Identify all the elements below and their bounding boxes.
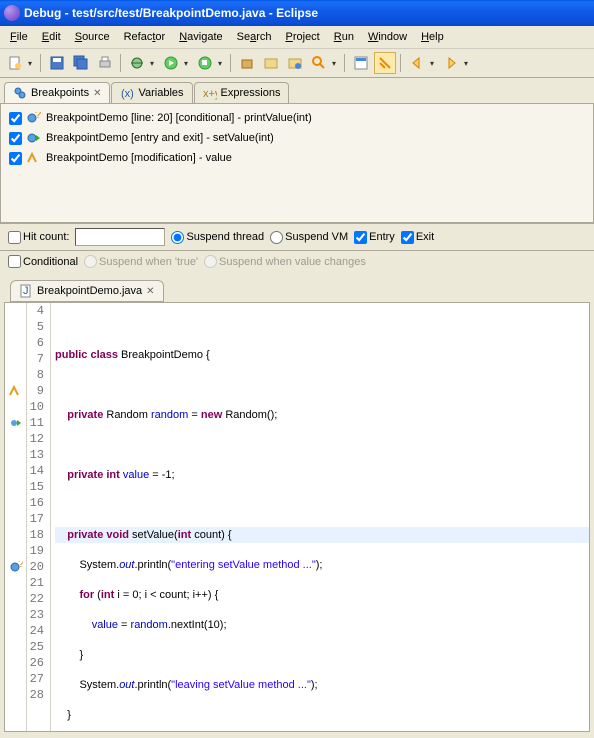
entry-checkbox-label[interactable]: Entry <box>354 231 395 244</box>
dropdown-icon[interactable]: ▾ <box>430 59 438 68</box>
editor-tab-label: BreakpointDemo.java <box>37 285 142 297</box>
debug-button[interactable] <box>126 52 148 74</box>
conditional-label[interactable]: Conditional <box>8 255 78 268</box>
save-all-button[interactable] <box>70 52 92 74</box>
tab-label: Expressions <box>221 87 281 99</box>
titlebar[interactable]: Debug - test/src/test/BreakpointDemo.jav… <box>0 0 594 26</box>
expressions-icon: x+y <box>203 86 217 100</box>
suspend-thread-radio[interactable]: Suspend thread <box>171 231 264 244</box>
window-title: Debug - test/src/test/BreakpointDemo.jav… <box>24 6 318 20</box>
menu-run[interactable]: Run <box>328 29 360 45</box>
menu-navigate[interactable]: Navigate <box>173 29 228 45</box>
tab-variables[interactable]: (x)= Variables <box>111 82 192 103</box>
menu-search[interactable]: Search <box>231 29 278 45</box>
tab-label: Variables <box>138 87 183 99</box>
line-numbers: 4567891011121314151617181920212223242526… <box>27 303 51 731</box>
breakpoint-checkbox[interactable] <box>9 152 22 165</box>
save-button[interactable] <box>46 52 68 74</box>
variables-icon: (x)= <box>120 86 134 100</box>
open-task-button[interactable] <box>284 52 306 74</box>
menu-edit[interactable]: Edit <box>36 29 67 45</box>
editor-tab[interactable]: J BreakpointDemo.java ✕ <box>10 280 164 302</box>
toggle-mark-button[interactable] <box>374 52 396 74</box>
hitcount-input[interactable] <box>75 228 165 246</box>
menubar: File Edit Source Refactor Navigate Searc… <box>0 26 594 49</box>
method-breakpoint-marker[interactable] <box>5 415 26 431</box>
view-tabs: Breakpoints ✕ (x)= Variables x+y Express… <box>0 78 594 103</box>
breakpoint-label: BreakpointDemo [modification] - value <box>46 152 232 164</box>
dropdown-icon[interactable]: ▾ <box>332 59 340 68</box>
exit-checkbox[interactable] <box>401 231 414 244</box>
toolbar: ▾ ▾ ▾ ▾ ▾ ▾ ▾ <box>0 49 594 78</box>
hitcount-label[interactable]: Hit count: <box>8 231 69 244</box>
hitcount-checkbox[interactable] <box>8 231 21 244</box>
forward-button[interactable] <box>440 52 462 74</box>
menu-help[interactable]: Help <box>415 29 450 45</box>
suspend-vm-radio[interactable]: Suspend VM <box>270 231 348 244</box>
dropdown-icon[interactable]: ▾ <box>218 59 226 68</box>
search-button[interactable] <box>308 52 330 74</box>
breakpoint-row[interactable]: ? BreakpointDemo [line: 20] [conditional… <box>1 108 593 128</box>
exit-checkbox-label[interactable]: Exit <box>401 231 434 244</box>
run-button[interactable] <box>160 52 182 74</box>
print-button[interactable] <box>94 52 116 74</box>
tab-expressions[interactable]: x+y Expressions <box>194 82 290 103</box>
svg-text:?: ? <box>18 561 23 570</box>
conditional-controls: Conditional Suspend when 'true' Suspend … <box>0 250 594 272</box>
breakpoint-label: BreakpointDemo [line: 20] [conditional] … <box>46 112 312 124</box>
back-button[interactable] <box>406 52 428 74</box>
breakpoint-label: BreakpointDemo [entry and exit] - setVal… <box>46 132 274 144</box>
svg-text:?: ? <box>35 112 41 121</box>
breakpoint-checkbox[interactable] <box>9 132 22 145</box>
line-breakpoint-icon: ? <box>26 110 42 126</box>
breakpoint-row[interactable]: BreakpointDemo [modification] - value <box>1 148 593 168</box>
dropdown-icon[interactable]: ▾ <box>150 59 158 68</box>
menu-source[interactable]: Source <box>69 29 116 45</box>
editor-tabs: J BreakpointDemo.java ✕ <box>0 276 594 302</box>
svg-text:x+y: x+y <box>203 88 217 100</box>
close-icon[interactable]: ✕ <box>146 286 154 297</box>
java-file-icon: J <box>19 284 33 298</box>
breakpoint-checkbox[interactable] <box>9 112 22 125</box>
line-breakpoint-marker[interactable]: ? <box>5 559 26 575</box>
suspend-true-radio: Suspend when 'true' <box>84 255 198 268</box>
new-button[interactable] <box>4 52 26 74</box>
suspend-change-radio: Suspend when value changes <box>204 255 366 268</box>
watchpoint-icon <box>26 150 42 166</box>
breakpoint-controls: Hit count: Suspend thread Suspend VM Ent… <box>0 223 594 250</box>
dropdown-icon[interactable]: ▾ <box>28 59 36 68</box>
conditional-checkbox[interactable] <box>8 255 21 268</box>
gutter[interactable]: ? <box>5 303 27 731</box>
new-package-button[interactable] <box>236 52 258 74</box>
menu-project[interactable]: Project <box>280 29 326 45</box>
method-breakpoint-icon <box>26 130 42 146</box>
svg-text:J: J <box>23 285 29 297</box>
menu-window[interactable]: Window <box>362 29 413 45</box>
dropdown-icon[interactable]: ▾ <box>184 59 192 68</box>
svg-text:(x)=: (x)= <box>121 88 134 100</box>
breakpoints-icon <box>13 86 27 100</box>
watchpoint-marker[interactable] <box>5 383 26 399</box>
toggle-breadcrumb-button[interactable] <box>350 52 372 74</box>
tab-breakpoints[interactable]: Breakpoints ✕ <box>4 82 110 103</box>
tab-label: Breakpoints <box>31 87 89 99</box>
menu-refactor[interactable]: Refactor <box>118 29 172 45</box>
breakpoints-panel: ? BreakpointDemo [line: 20] [conditional… <box>0 103 594 223</box>
editor[interactable]: ? 45678910111213141516171819202122232425… <box>4 302 590 732</box>
run-last-button[interactable] <box>194 52 216 74</box>
close-icon[interactable]: ✕ <box>93 88 101 99</box>
menu-file[interactable]: File <box>4 29 34 45</box>
eclipse-icon <box>4 5 20 21</box>
open-type-button[interactable] <box>260 52 282 74</box>
breakpoint-row[interactable]: BreakpointDemo [entry and exit] - setVal… <box>1 128 593 148</box>
dropdown-icon[interactable]: ▾ <box>464 59 472 68</box>
entry-checkbox[interactable] <box>354 231 367 244</box>
code-content[interactable]: public class BreakpointDemo { private Ra… <box>51 303 589 731</box>
